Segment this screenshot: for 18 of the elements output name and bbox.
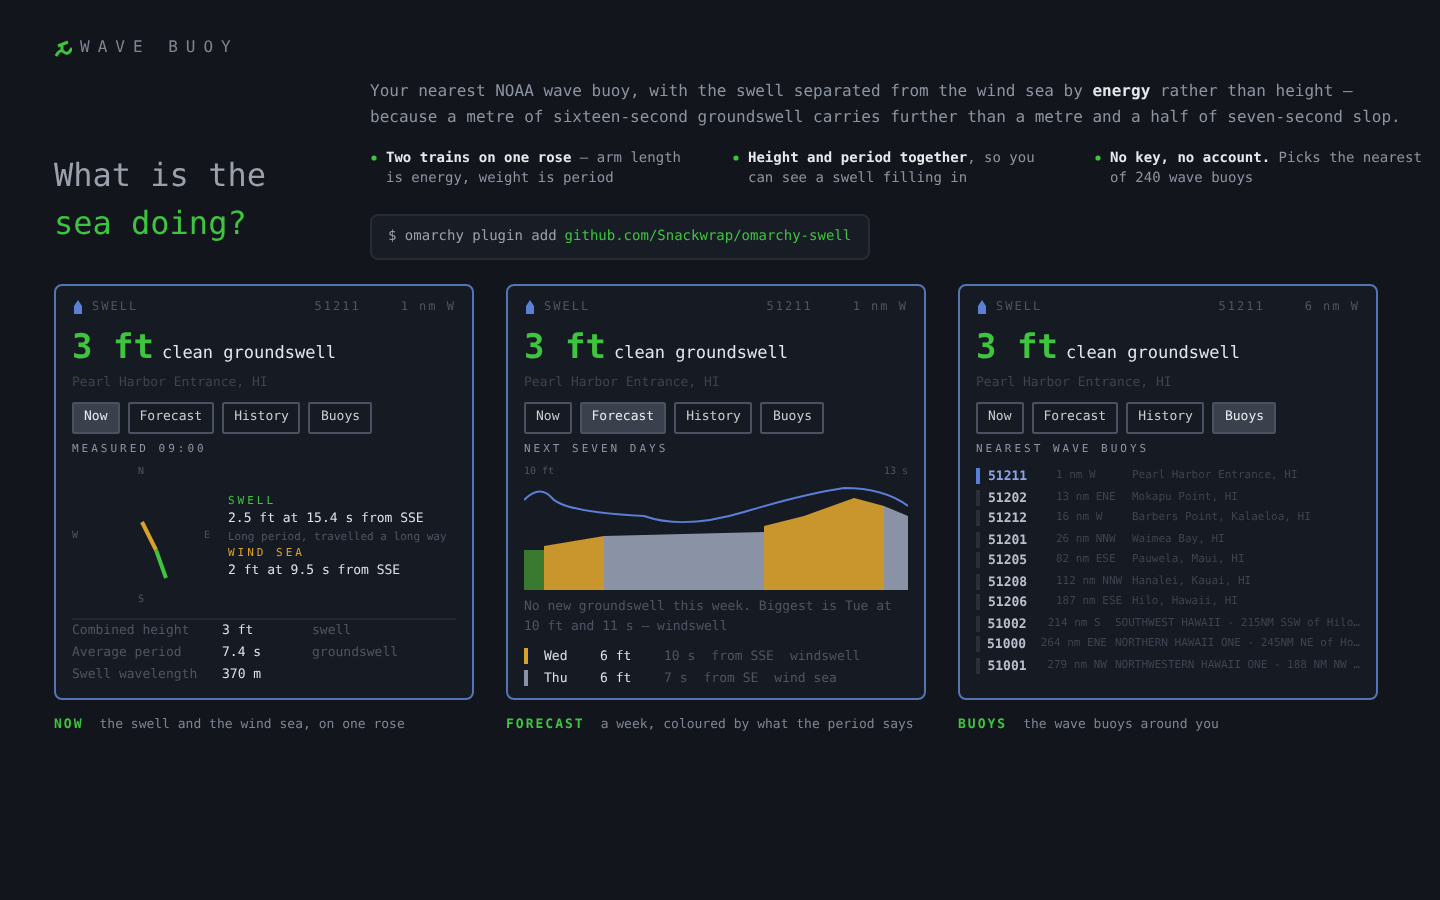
intro-paragraph: Your nearest NOAA wave buoy, with the swell separated from the wind sea by energy rather than height — because a metre of sixteen-second groundswell carries further than a metre and a half of seven-second slop. (370, 80, 1403, 130)
bullet-icon (732, 153, 740, 162)
buoy-icon (72, 299, 84, 314)
conditions-summary: clean groundswell (161, 341, 336, 368)
headline-line: What is the (54, 154, 268, 198)
buoy-icon (976, 299, 988, 314)
rose-arrow-drawing (138, 518, 170, 583)
wave-height: 3 ft (976, 325, 1058, 372)
brand-name: WAVE BUOY (80, 36, 239, 60)
bullet-icon (1094, 153, 1102, 162)
buoy-icon (524, 299, 536, 314)
conditions-summary: clean groundswell (613, 341, 788, 368)
headline-highlight: sea doing? (54, 202, 249, 246)
bullet-icon (370, 153, 378, 162)
wave-icon (54, 39, 72, 57)
wave-height: 3 ft (524, 325, 606, 372)
wave-height: 3 ft (72, 325, 154, 372)
conditions-summary: clean groundswell (1065, 341, 1240, 368)
